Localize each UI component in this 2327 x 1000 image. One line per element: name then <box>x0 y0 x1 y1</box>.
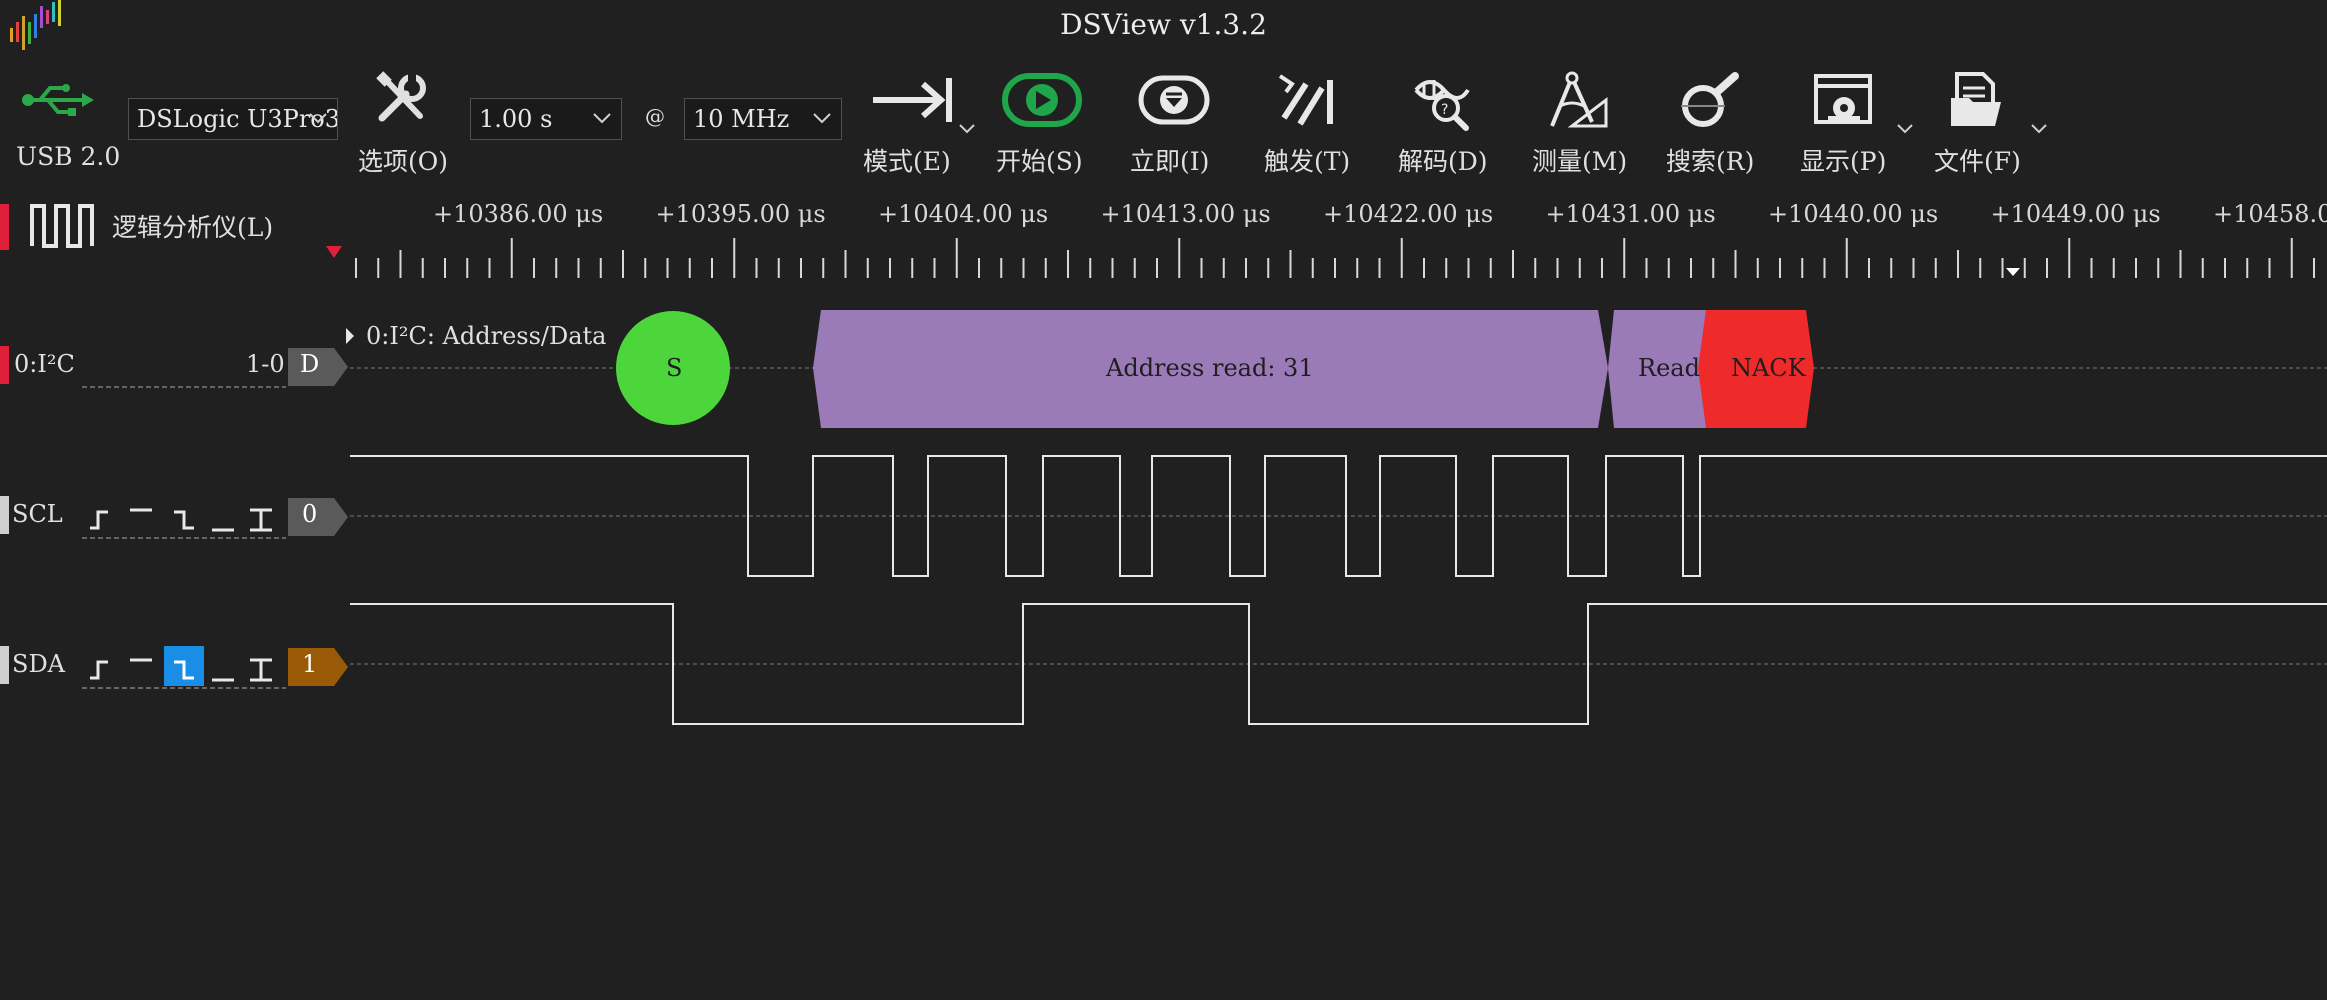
chevron-down-icon <box>309 113 327 124</box>
mode-button[interactable] <box>862 70 962 130</box>
file-label: 文件(F) <box>1934 147 2021 176</box>
mode-label: 模式(E) <box>863 147 951 176</box>
search-button[interactable] <box>1660 70 1760 132</box>
trigger-label: 触发(T) <box>1264 147 1351 176</box>
cursor-marker-icon[interactable] <box>2006 268 2020 276</box>
ruler-ticks <box>355 238 2315 278</box>
ruler-tick-label: +10458.00 <box>2213 200 2327 228</box>
ruler-tick-label: +10386.00 μs <box>433 200 604 228</box>
ruler-tick-label: +10422.00 μs <box>1323 200 1494 228</box>
sda-flag-label: 1 <box>302 650 318 678</box>
app-title: DSView v1.3.2 <box>1060 8 1267 41</box>
decode-button[interactable]: ? <box>1392 70 1492 132</box>
falling-edge-icon <box>174 510 194 530</box>
decoder-flag-label: D <box>300 350 320 378</box>
file-dropdown-chevron-icon[interactable] <box>2030 122 2048 136</box>
search-icon <box>1681 72 1739 127</box>
display-button[interactable] <box>1794 70 1894 128</box>
file-folder-icon <box>1951 72 2001 126</box>
scl-channel-header[interactable]: SCL 0 <box>0 492 350 542</box>
decode-label: 解码(D) <box>1398 147 1488 176</box>
rising-edge-icon <box>90 660 108 680</box>
sda-channel-header[interactable]: SDA 1 <box>0 642 350 692</box>
sda-trigger-options[interactable] <box>82 646 288 690</box>
scl-flag <box>288 498 348 536</box>
file-button[interactable] <box>1928 70 2028 130</box>
any-edge-icon <box>250 658 272 682</box>
start-condition-label: S <box>666 354 683 382</box>
ruler-tick-label: +10431.00 μs <box>1545 200 1716 228</box>
arrow-to-bar-icon <box>873 78 952 122</box>
trigger-button[interactable] <box>1258 70 1358 130</box>
display-dropdown-chevron-icon[interactable] <box>1896 122 1914 136</box>
channel-color-marker <box>0 346 9 384</box>
instant-capture-icon <box>1138 75 1210 125</box>
decoder-label-underline <box>82 386 286 388</box>
tab-active-marker <box>0 204 9 250</box>
sample-rate-select[interactable]: 10 MHz <box>684 98 842 140</box>
logic-analyzer-tab[interactable]: 逻辑分析仪(L) <box>0 196 330 258</box>
trigger-icon <box>1278 74 1333 126</box>
ruler-tick-label: +10404.00 μs <box>878 200 1049 228</box>
logic-analyzer-tab-label: 逻辑分析仪(L) <box>112 213 274 242</box>
wrench-screwdriver-icon <box>376 71 426 122</box>
dna-magnifier-icon: ? <box>1414 80 1470 131</box>
rising-edge-icon <box>90 510 108 530</box>
search-label: 搜索(R) <box>1666 147 1755 176</box>
title-bar: DSView v1.3.2 <box>0 0 2327 50</box>
read-annotation-label: Read <box>1638 354 1700 382</box>
scl-flag-label: 0 <box>302 500 318 528</box>
usb-icon <box>22 84 94 116</box>
decoder-channel-range: 1-0 <box>246 350 285 378</box>
measure-label: 测量(M) <box>1532 147 1628 176</box>
scl-channel-name: SCL <box>12 500 63 528</box>
sda-channel-name: SDA <box>12 650 66 678</box>
address-annotation-label: Address read: 31 <box>1106 354 1314 382</box>
usb-version-label: USB 2.0 <box>16 142 121 171</box>
decoder-track[interactable] <box>350 300 2327 440</box>
chevron-down-icon <box>593 113 611 124</box>
display-label: 显示(P) <box>1800 147 1887 176</box>
channel-color-marker <box>0 496 9 534</box>
mode-dropdown-chevron-icon[interactable] <box>958 122 976 136</box>
sample-rate-select-value: 10 MHz <box>693 105 790 133</box>
decoder-channel-name: 0:I²C <box>14 350 75 378</box>
compass-ruler-icon <box>1550 71 1608 128</box>
instant-label: 立即(I) <box>1130 147 1210 176</box>
ruler-tick-label: +10449.00 μs <box>1990 200 2161 228</box>
nack-annotation-label: NACK <box>1731 354 1806 382</box>
duration-select[interactable]: 1.00 s <box>470 98 622 140</box>
display-settings-icon <box>1814 74 1872 124</box>
options-button[interactable] <box>352 70 452 130</box>
device-select[interactable]: DSLogic U3Pro32 <box>128 98 338 140</box>
start-button[interactable] <box>992 72 1092 128</box>
scl-waveform[interactable] <box>350 440 2327 600</box>
play-icon <box>1002 73 1082 127</box>
logic-waveform-icon <box>30 204 94 248</box>
scl-trigger-options[interactable] <box>82 500 288 540</box>
duration-select-value: 1.00 s <box>479 105 553 133</box>
trigger-marker-icon[interactable] <box>326 246 342 258</box>
toolbar: USB 2.0 DSLogic U3Pro32 选项(O) 1.00 s @ 1… <box>0 60 2327 180</box>
options-label: 选项(O) <box>358 147 449 176</box>
start-label: 开始(S) <box>996 147 1083 176</box>
at-symbol: @ <box>645 104 665 128</box>
sda-flag <box>288 648 348 686</box>
svg-text:?: ? <box>1441 102 1448 118</box>
usb-status <box>10 80 110 120</box>
ruler-tick-label: +10395.00 μs <box>655 200 826 228</box>
sda-waveform[interactable] <box>350 590 2327 750</box>
measure-button[interactable] <box>1526 70 1626 132</box>
channel-color-marker <box>0 646 9 684</box>
any-edge-icon <box>250 508 272 532</box>
instant-button[interactable] <box>1124 74 1224 126</box>
chevron-down-icon <box>813 113 831 124</box>
ruler-tick-label: +10413.00 μs <box>1100 200 1271 228</box>
ruler-tick-label: +10440.00 μs <box>1768 200 1939 228</box>
